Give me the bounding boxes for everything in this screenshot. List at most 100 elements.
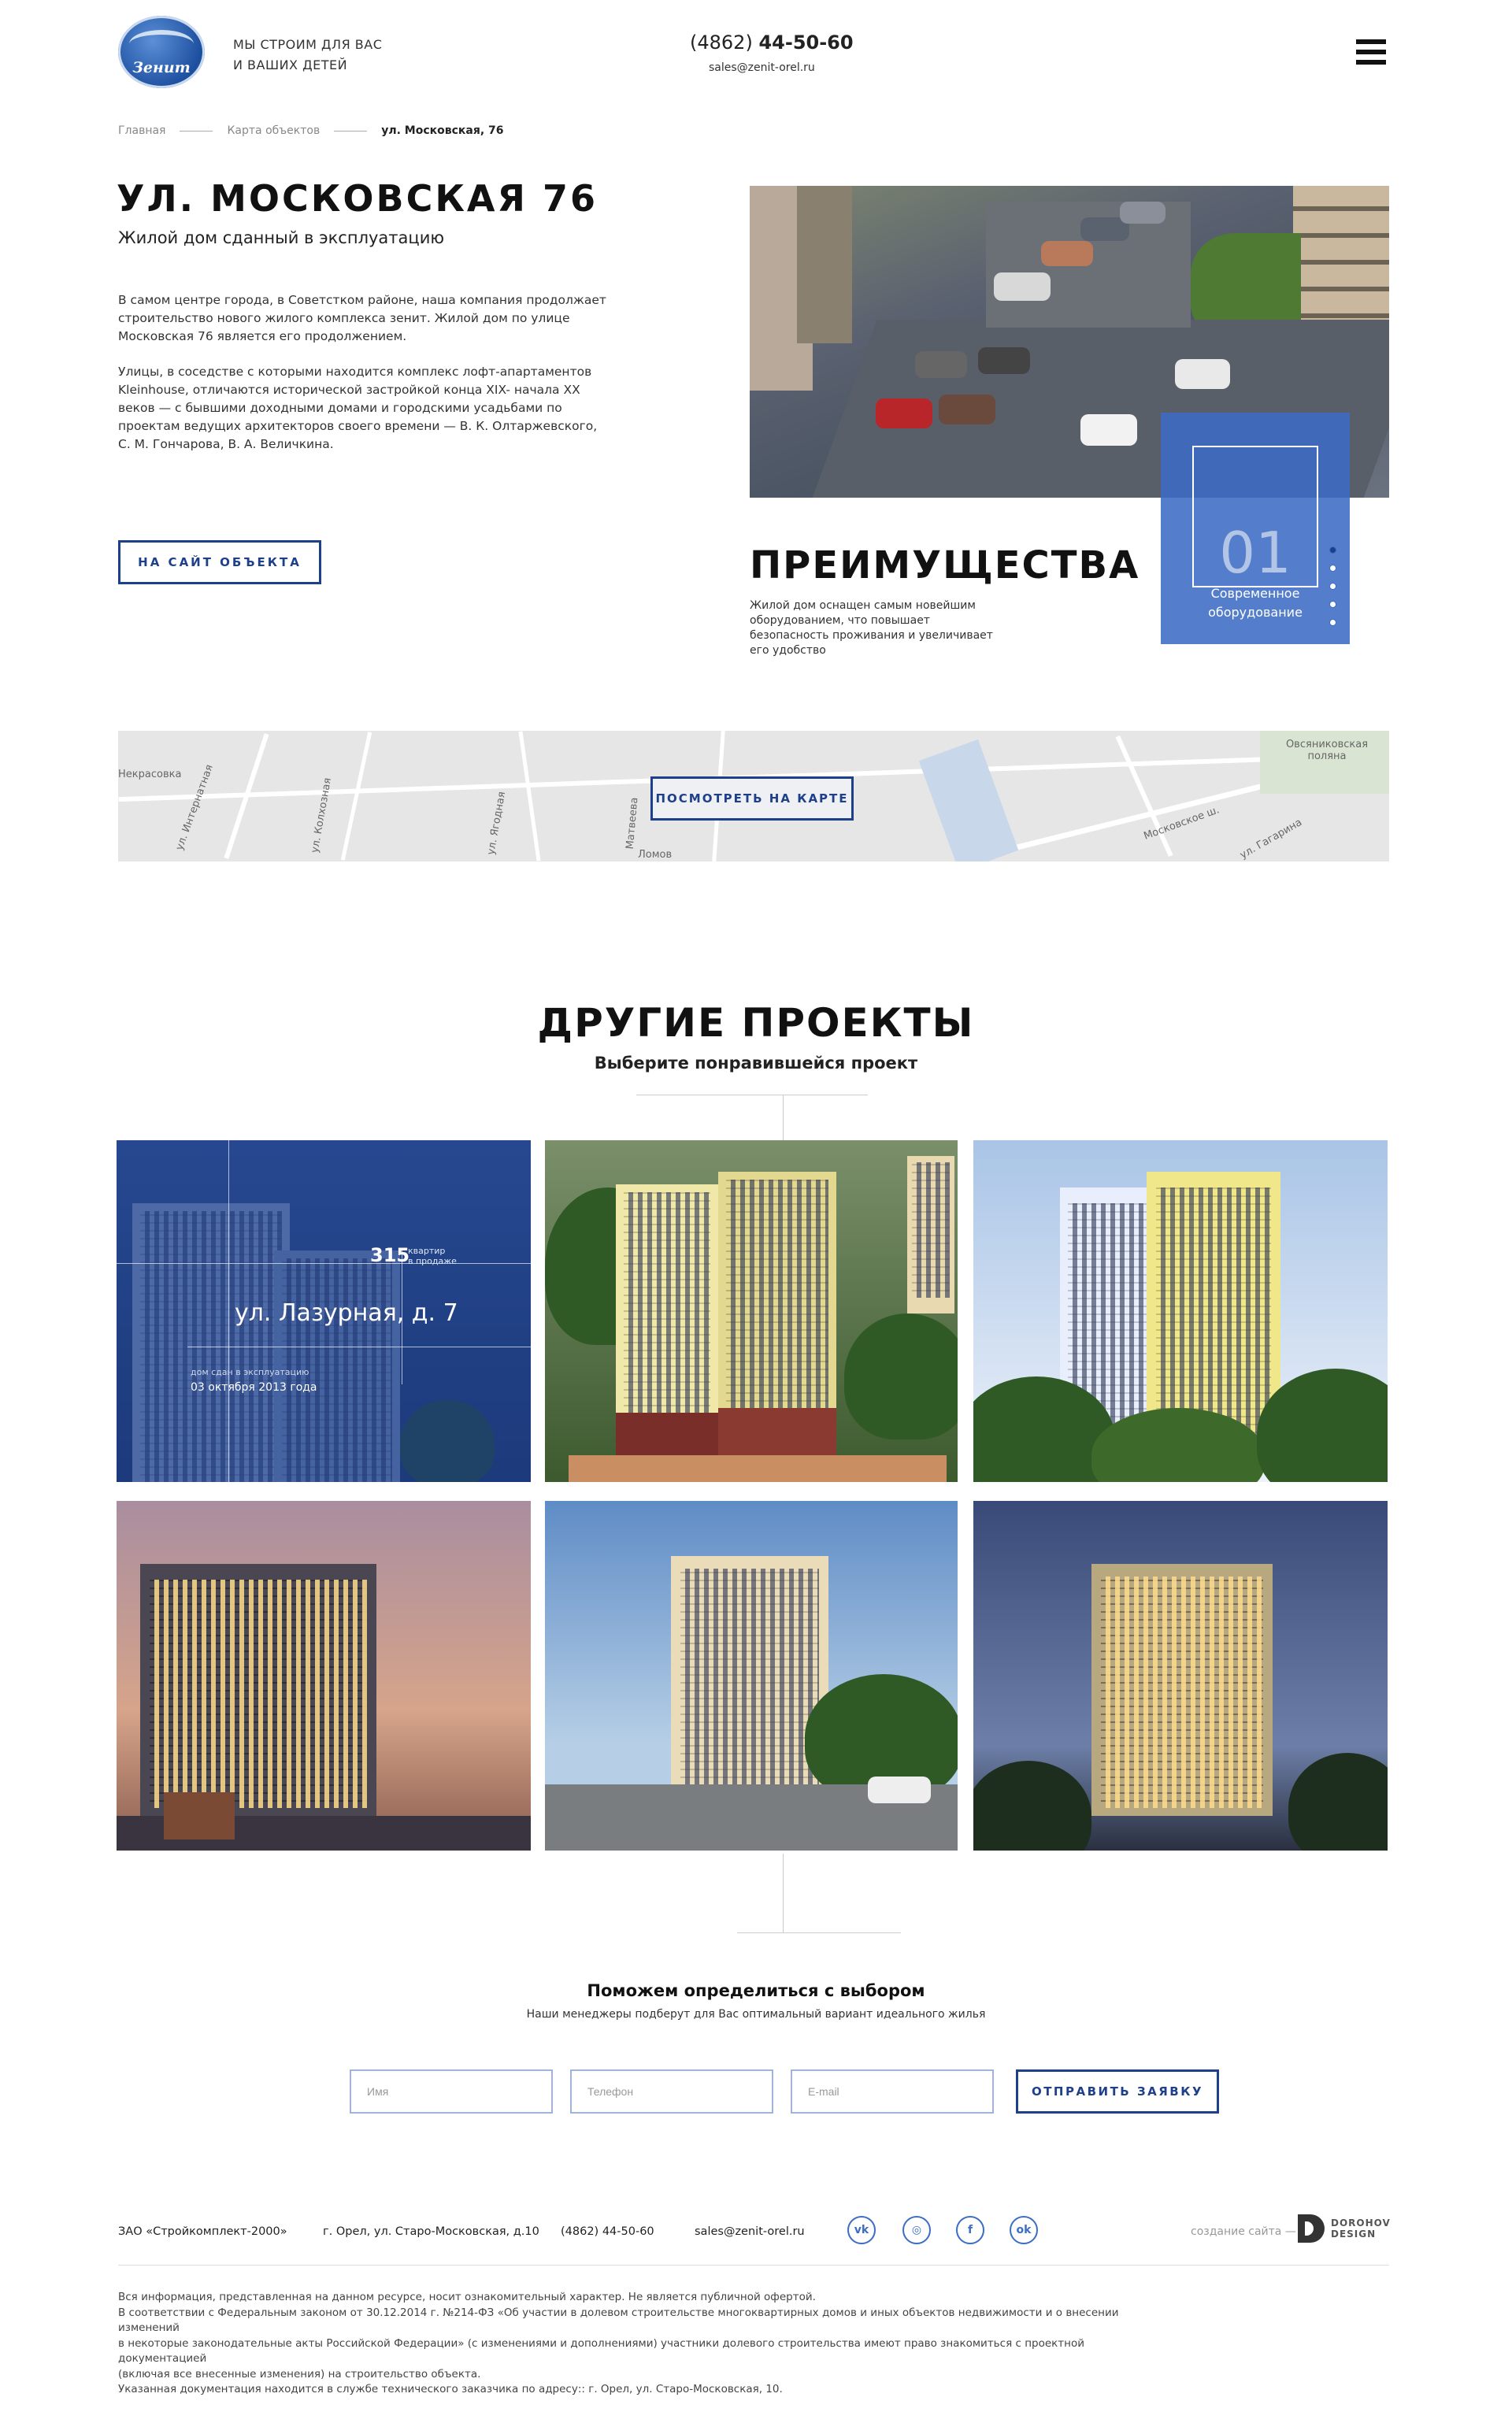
header-phone[interactable]: (4862) 44-50-60: [690, 31, 854, 54]
project-card[interactable]: [545, 1501, 958, 1851]
footer-email[interactable]: sales@zenit-orel.ru: [695, 2225, 805, 2238]
logo-wave-icon: [129, 30, 194, 58]
legal-line: Указанная документация находится в служб…: [118, 2383, 783, 2395]
advantage-caption-line2: оборудование: [1208, 605, 1303, 620]
project-card[interactable]: [973, 1140, 1388, 1482]
breadcrumb-home[interactable]: Главная: [118, 124, 165, 137]
phone-field[interactable]: Телефон: [570, 2069, 773, 2114]
building-image: [1147, 1172, 1280, 1447]
email-field[interactable]: E-mail: [791, 2069, 994, 2114]
neighbor-building: [797, 186, 852, 343]
map-label: ул. Ягодная: [485, 791, 509, 856]
header-email[interactable]: sales@zenit-orel.ru: [709, 61, 815, 74]
divider: [737, 1932, 901, 1933]
car: [994, 272, 1051, 301]
breadcrumb-current: ул. Московская, 76: [381, 124, 504, 137]
advantage-pagination: [1329, 546, 1336, 637]
map-label: ул. Гагарина: [1238, 816, 1304, 861]
count-label-line1: квартир: [408, 1246, 446, 1256]
consult-subtitle: Наши менеджеры подберут для Вас оптималь…: [526, 2008, 986, 2021]
legal-line: Вся информация, представленная на данном…: [118, 2291, 816, 2303]
map-label: Матвеева: [624, 796, 641, 850]
object-description: В самом центре города, в Советстком райо…: [118, 291, 606, 471]
car: [876, 398, 932, 428]
footer-divider: [118, 2265, 1389, 2266]
footer-phone[interactable]: (4862) 44-50-60: [561, 2225, 654, 2238]
hamburger-bar: [1356, 50, 1386, 54]
car: [868, 1777, 931, 1803]
advantage-caption-line1: Современное: [1210, 586, 1300, 601]
tagline-line1: МЫ СТРОИМ ДЛЯ ВАС: [233, 37, 383, 52]
car: [915, 351, 967, 378]
car: [1175, 359, 1230, 389]
pagination-dot[interactable]: [1329, 619, 1336, 626]
legal-line: (включая все внесенные изменения) на стр…: [118, 2367, 481, 2381]
name-field[interactable]: Имя: [350, 2069, 553, 2114]
building-image: [1091, 1564, 1273, 1816]
car: [1080, 414, 1137, 446]
breadcrumb-map[interactable]: Карта объектов: [227, 124, 320, 137]
hamburger-icon[interactable]: [1356, 39, 1386, 68]
apartments-count-label: квартир в продаже: [408, 1246, 457, 1266]
house: [164, 1792, 235, 1840]
hamburger-bar: [1356, 60, 1386, 65]
vk-icon[interactable]: vk: [847, 2216, 876, 2244]
view-on-map-button[interactable]: ПОСМОТРЕТЬ НА КАРТЕ: [650, 776, 854, 821]
map-road: [340, 732, 372, 861]
tree: [1288, 1753, 1388, 1851]
map-label: Ломов: [638, 849, 673, 861]
advantage-caption: Современное оборудование: [1161, 584, 1350, 622]
page-title: УЛ. МОСКОВСКАЯ 76: [117, 177, 598, 220]
phone-code: (4862): [690, 31, 753, 54]
page-subtitle: Жилой дом сданный в эксплуатацию: [118, 228, 445, 247]
map-river: [918, 739, 1019, 861]
playground: [569, 1455, 947, 1482]
footer-company: ЗАО «Стройкомплект-2000»: [118, 2225, 287, 2238]
legal-line: В соответствии с Федеральным законом от …: [118, 2306, 1119, 2335]
other-projects-title: ДРУГИЕ ПРОЕКТЫ: [537, 1000, 975, 1046]
dorohov-logo-icon[interactable]: [1298, 2214, 1325, 2243]
project-card[interactable]: [117, 1501, 531, 1851]
project-card-lazurnaya[interactable]: 315 квартир в продаже ул. Лазурная, д. 7…: [117, 1140, 531, 1482]
pagination-dot[interactable]: [1329, 583, 1336, 590]
apartments-count: 315: [370, 1244, 410, 1266]
consult-title: Поможем определиться с выбором: [587, 1981, 925, 2000]
overlay-line: [117, 1263, 531, 1264]
building-image: [616, 1184, 718, 1468]
building-image: [718, 1172, 836, 1471]
car: [939, 395, 995, 424]
facebook-icon[interactable]: f: [956, 2216, 984, 2244]
commission-date: 03 октября 2013 года: [191, 1381, 317, 1394]
tree: [844, 1313, 958, 1439]
tagline: МЫ СТРОИМ ДЛЯ ВАС И ВАШИХ ДЕТЕЙ: [233, 35, 382, 76]
map-label: Овсяниковская поляна: [1285, 739, 1369, 762]
other-projects-subtitle: Выберите понравившейся проект: [594, 1054, 918, 1073]
hamburger-bar: [1356, 39, 1386, 44]
map-label: Некрасовка: [118, 769, 182, 780]
commission-date-label: дом сдан в эксплуатацию: [191, 1367, 309, 1377]
car: [978, 347, 1030, 374]
submit-request-button[interactable]: ОТПРАВИТЬ ЗАЯВКУ: [1016, 2069, 1219, 2114]
odnoklassniki-icon[interactable]: ok: [1010, 2216, 1038, 2244]
pagination-dot[interactable]: [1329, 601, 1336, 608]
project-card[interactable]: [973, 1501, 1388, 1851]
company-logo[interactable]: Зенит: [118, 16, 205, 88]
tree: [973, 1761, 1091, 1851]
pagination-dot-active[interactable]: [1329, 546, 1336, 554]
object-site-button[interactable]: НА САЙТ ОБЪЕКТА: [118, 540, 321, 584]
breadcrumb-separator: [180, 130, 213, 132]
breadcrumb: Главная Карта объектов ул. Московская, 7…: [118, 124, 504, 137]
legal-line: в некоторые законодательные акты Российс…: [118, 2336, 1085, 2366]
project-card[interactable]: [545, 1140, 958, 1482]
overlay-line: [228, 1140, 229, 1482]
phone-number: 44-50-60: [758, 31, 854, 54]
pagination-dot[interactable]: [1329, 565, 1336, 572]
studio-name[interactable]: DOROHOV DESIGN: [1331, 2217, 1391, 2240]
building-image: [907, 1156, 954, 1313]
advantages-text: Жилой дом оснащен самым новейшим оборудо…: [750, 599, 993, 657]
logo-text: Зенит: [132, 59, 191, 76]
advantages-title: ПРЕИМУЩЕСТВА: [750, 543, 1140, 587]
instagram-icon[interactable]: ◎: [902, 2216, 931, 2244]
divider: [783, 1095, 784, 1143]
map-label: ул. Колхозная: [309, 776, 335, 854]
